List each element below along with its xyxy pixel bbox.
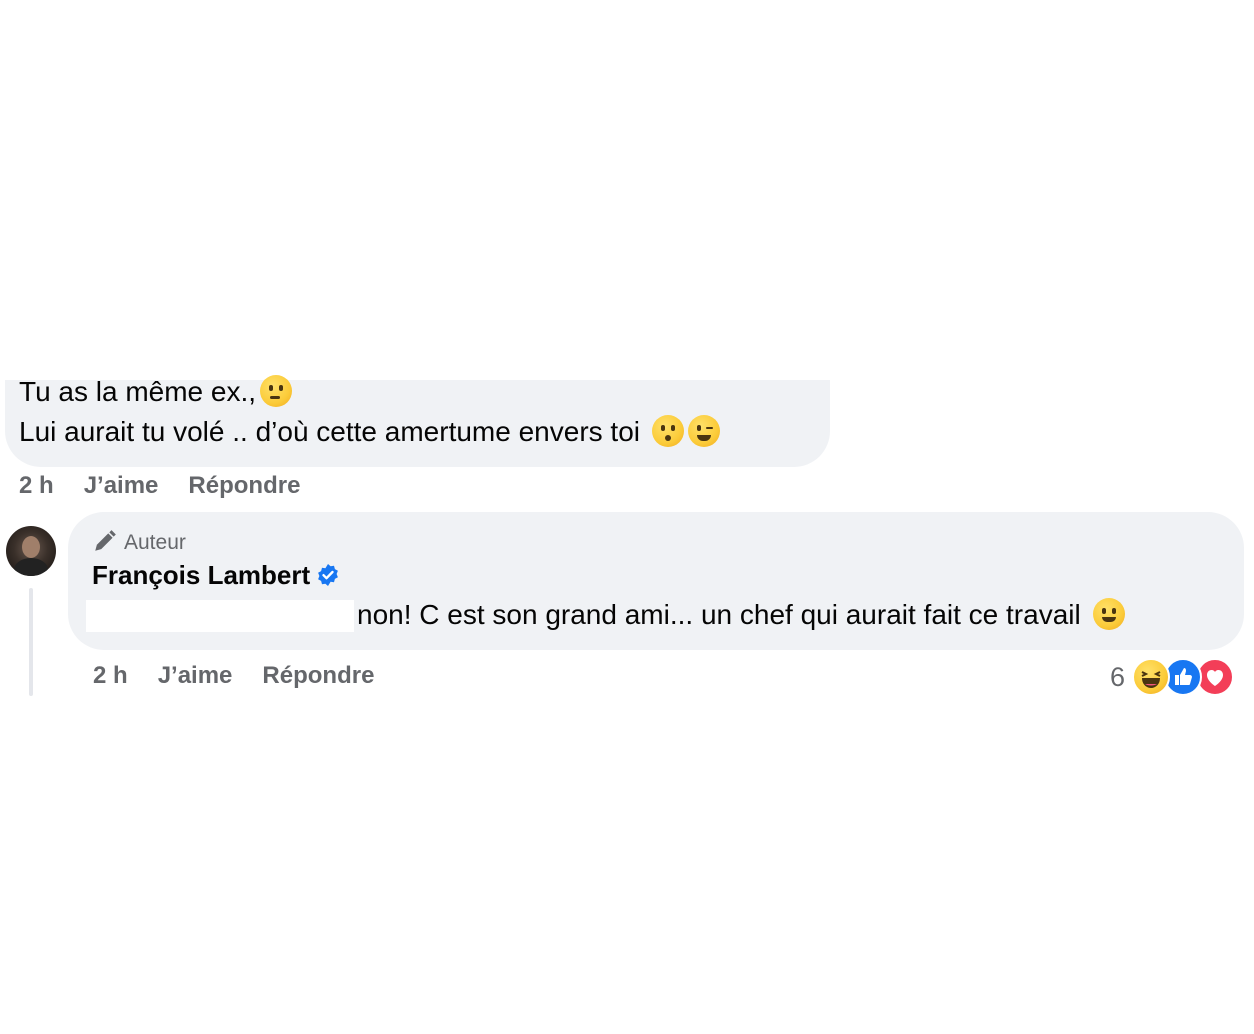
comment-time[interactable]: 2 h [19,472,54,499]
comment-actions: 2 h J’aime Répondre [19,472,330,500]
avatar[interactable] [6,526,56,576]
author-badge: Auteur [92,528,186,555]
author-name[interactable]: François Lambert [92,560,340,591]
redaction-block [86,600,354,632]
reply-time[interactable]: 2 h [93,662,128,689]
haha-reaction-icon [1132,658,1170,696]
thinking-face-emoji-icon [260,375,293,407]
slightly-smiling-face-emoji-icon [1092,598,1125,630]
kissing-face-emoji-icon [651,415,684,447]
reply-actions: 2 h J’aime Répondre [93,662,404,690]
winking-face-emoji-icon [687,415,720,447]
like-button[interactable]: J’aime [158,662,233,689]
comment-text-line-2: Lui aurait tu volé .. d’où cette amertum… [19,415,720,449]
like-button[interactable]: J’aime [84,472,159,499]
pencil-icon [95,530,116,551]
thread-line [29,588,33,696]
reply-button[interactable]: Répondre [188,472,300,499]
reply-button[interactable]: Répondre [262,662,374,689]
reply-text: non! C est son grand ami... un chef qui … [357,598,1125,632]
comment-text-line-1: Tu as la même ex., [19,375,293,409]
reaction-count: 6 [1110,662,1126,692]
verified-badge-icon [318,564,339,586]
